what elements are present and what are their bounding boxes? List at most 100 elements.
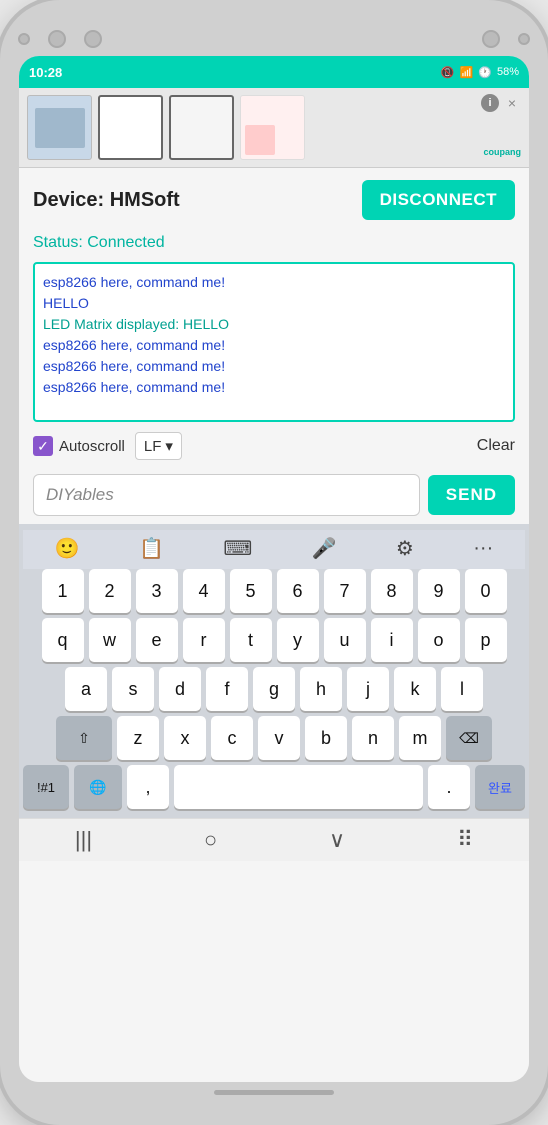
recent-nav-button[interactable]: ∨ bbox=[329, 827, 345, 853]
key-n[interactable]: n bbox=[352, 716, 394, 760]
terminal-line-5: esp8266 here, command me! bbox=[43, 356, 505, 377]
top-dot-center bbox=[48, 30, 66, 48]
key-x[interactable]: x bbox=[164, 716, 206, 760]
key-e[interactable]: e bbox=[136, 618, 178, 662]
more-icon[interactable]: ··· bbox=[467, 535, 499, 562]
status-icons: 📵 📶 🕐 58% bbox=[441, 66, 519, 79]
connection-status: Status: Connected bbox=[19, 232, 529, 262]
ad-frame-pink bbox=[240, 95, 305, 160]
keyboard-zxcv-row: ⇧ z x c v b n m ⌫ bbox=[23, 716, 525, 760]
key-9[interactable]: 9 bbox=[418, 569, 460, 613]
keyboard-icon[interactable]: ⌨ bbox=[217, 534, 258, 563]
terminal-line-6: esp8266 here, command me! bbox=[43, 377, 505, 398]
key-y[interactable]: y bbox=[277, 618, 319, 662]
key-h[interactable]: h bbox=[300, 667, 342, 711]
key-comma[interactable]: , bbox=[127, 765, 169, 809]
key-d[interactable]: d bbox=[159, 667, 201, 711]
ad-info-icon[interactable]: i bbox=[481, 94, 499, 112]
key-b[interactable]: b bbox=[305, 716, 347, 760]
ad-corner-icons: i × bbox=[481, 94, 521, 112]
key-period[interactable]: . bbox=[428, 765, 470, 809]
autoscroll-control: ✓ Autoscroll bbox=[33, 436, 125, 456]
key-i[interactable]: i bbox=[371, 618, 413, 662]
key-4[interactable]: 4 bbox=[183, 569, 225, 613]
backspace-key[interactable]: ⌫ bbox=[446, 716, 492, 760]
key-1[interactable]: 1 bbox=[42, 569, 84, 613]
dropdown-arrow: ▾ bbox=[165, 437, 173, 455]
key-l[interactable]: l bbox=[441, 667, 483, 711]
mic-icon[interactable]: 🎤 bbox=[306, 534, 343, 563]
send-row: SEND bbox=[19, 470, 529, 524]
ad-banner: i × coupang bbox=[19, 88, 529, 168]
status-time: 10:28 bbox=[29, 65, 62, 80]
ad-frame-1 bbox=[98, 95, 163, 160]
top-dot-last bbox=[518, 33, 530, 45]
key-p[interactable]: p bbox=[465, 618, 507, 662]
signal-icon: 📶 bbox=[460, 66, 474, 79]
key-w[interactable]: w bbox=[89, 618, 131, 662]
key-3[interactable]: 3 bbox=[136, 569, 178, 613]
shift-key[interactable]: ⇧ bbox=[56, 716, 112, 760]
keyboard-bottom-row: !#1 🌐 , . 완료 bbox=[23, 765, 525, 809]
mute-icon: 📵 bbox=[441, 66, 455, 79]
key-2[interactable]: 2 bbox=[89, 569, 131, 613]
key-6[interactable]: 6 bbox=[277, 569, 319, 613]
top-dot-1 bbox=[18, 33, 30, 45]
device-label: Device: HMSoft bbox=[33, 189, 180, 212]
key-k[interactable]: k bbox=[394, 667, 436, 711]
key-f[interactable]: f bbox=[206, 667, 248, 711]
terminal-line-3: LED Matrix displayed: HELLO bbox=[43, 314, 505, 335]
ad-thumb-image bbox=[35, 108, 85, 148]
key-r[interactable]: r bbox=[183, 618, 225, 662]
key-u[interactable]: u bbox=[324, 618, 366, 662]
phone-screen: 10:28 📵 📶 🕐 58% i × coupang bbox=[19, 56, 529, 1082]
key-c[interactable]: c bbox=[211, 716, 253, 760]
key-s[interactable]: s bbox=[112, 667, 154, 711]
ad-close-icon[interactable]: × bbox=[503, 94, 521, 112]
back-nav-button[interactable]: ||| bbox=[75, 827, 92, 853]
autoscroll-checkbox[interactable]: ✓ bbox=[33, 436, 53, 456]
grid-nav-button[interactable]: ⠿ bbox=[457, 827, 473, 853]
lf-label: LF bbox=[144, 438, 162, 455]
key-q[interactable]: q bbox=[42, 618, 84, 662]
key-8[interactable]: 8 bbox=[371, 569, 413, 613]
key-t[interactable]: t bbox=[230, 618, 272, 662]
key-m[interactable]: m bbox=[399, 716, 441, 760]
settings-icon[interactable]: ⚙ bbox=[390, 534, 420, 563]
key-a[interactable]: a bbox=[65, 667, 107, 711]
terminal-line-1: esp8266 here, command me! bbox=[43, 272, 505, 293]
key-0[interactable]: 0 bbox=[465, 569, 507, 613]
clear-button[interactable]: Clear bbox=[477, 437, 515, 455]
key-o[interactable]: o bbox=[418, 618, 460, 662]
disconnect-button[interactable]: DISCONNECT bbox=[362, 180, 515, 220]
phone-bottom bbox=[18, 1090, 530, 1095]
clock-icon: 🕐 bbox=[478, 66, 492, 79]
key-v[interactable]: v bbox=[258, 716, 300, 760]
key-g[interactable]: g bbox=[253, 667, 295, 711]
top-dot-right bbox=[84, 30, 102, 48]
send-button[interactable]: SEND bbox=[428, 475, 515, 515]
bottom-nav: ||| ○ ∨ ⠿ bbox=[19, 818, 529, 861]
home-nav-button[interactable]: ○ bbox=[204, 827, 217, 853]
send-input[interactable] bbox=[33, 474, 420, 516]
symbols-key[interactable]: !#1 bbox=[23, 765, 69, 809]
key-j[interactable]: j bbox=[347, 667, 389, 711]
done-key[interactable]: 완료 bbox=[475, 765, 525, 809]
device-row: Device: HMSoft DISCONNECT bbox=[19, 168, 529, 232]
battery-text: 58% bbox=[497, 66, 519, 78]
status-bar: 10:28 📵 📶 🕐 58% bbox=[19, 56, 529, 88]
keyboard-number-row: 1 2 3 4 5 6 7 8 9 0 bbox=[23, 569, 525, 613]
lf-dropdown[interactable]: LF ▾ bbox=[135, 432, 182, 460]
emoji-icon[interactable]: 🙂 bbox=[49, 534, 86, 563]
key-z[interactable]: z bbox=[117, 716, 159, 760]
space-key[interactable] bbox=[174, 765, 423, 809]
terminal-line-4: esp8266 here, command me! bbox=[43, 335, 505, 356]
clipboard-icon[interactable]: 📋 bbox=[133, 534, 170, 563]
ad-brand-label: coupang bbox=[484, 147, 522, 157]
key-5[interactable]: 5 bbox=[230, 569, 272, 613]
key-7[interactable]: 7 bbox=[324, 569, 366, 613]
controls-row: ✓ Autoscroll LF ▾ Clear bbox=[19, 422, 529, 470]
terminal-output: esp8266 here, command me! HELLO LED Matr… bbox=[33, 262, 515, 422]
globe-key[interactable]: 🌐 bbox=[74, 765, 122, 809]
ad-frame-2 bbox=[169, 95, 234, 160]
